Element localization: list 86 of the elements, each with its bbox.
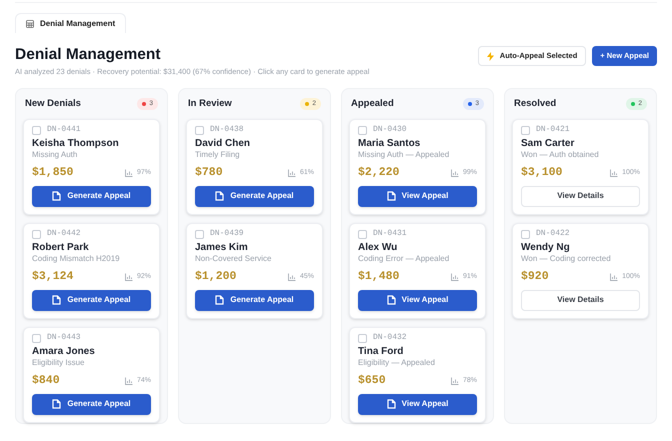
denial-reason: Eligibility — Appealed — [358, 358, 436, 368]
patient-name: Keisha Thompson — [32, 138, 120, 150]
amount: $650 — [358, 375, 386, 387]
column-title: In Review — [188, 96, 232, 110]
calendar-icon — [26, 20, 34, 28]
column-title: Appealed — [351, 96, 394, 110]
checkbox[interactable] — [32, 334, 41, 343]
bar-chart-icon — [610, 272, 618, 281]
bar-chart-icon — [450, 168, 459, 177]
checkbox[interactable] — [32, 126, 41, 135]
page-title: Denial Management — [15, 45, 162, 64]
patient-name: Maria Santos — [358, 138, 422, 150]
denial-reason: Coding Mismatch H2019 — [32, 254, 121, 264]
denial-id: DN-0421 — [536, 126, 570, 134]
appeal-button[interactable]: Generate Appeal — [32, 394, 151, 415]
amount: $3,124 — [32, 271, 74, 283]
details-button[interactable]: View Details — [521, 186, 640, 207]
appeal-button[interactable]: Generate Appeal — [195, 186, 314, 207]
bar-chart-icon — [124, 376, 133, 385]
denial-reason: Coding Error — Appealed — [358, 254, 450, 264]
appeal-button[interactable]: View Appeal — [358, 290, 477, 311]
appeal-button[interactable]: Generate Appeal — [32, 186, 151, 207]
amount: $2,220 — [358, 167, 400, 179]
denial-id: DN-0422 — [536, 230, 570, 238]
checkbox[interactable] — [358, 126, 367, 135]
patient-name: Robert Park — [32, 242, 90, 254]
document-icon — [215, 295, 224, 306]
lightning-icon — [486, 52, 494, 60]
amount: $780 — [195, 167, 223, 179]
denial-id: DN-0441 — [47, 126, 81, 134]
denial-reason: Non-Covered Service — [195, 254, 272, 264]
patient-name: David Chen — [195, 138, 252, 150]
tab[interactable]: Denial Management — [15, 13, 126, 33]
denial-id: DN-0443 — [47, 334, 81, 342]
denial-reason: Missing Auth — Appealed — [358, 150, 450, 160]
denial-id: DN-0430 — [373, 126, 407, 134]
amount: $840 — [32, 375, 60, 387]
document-icon — [386, 295, 396, 306]
checkbox[interactable] — [32, 230, 41, 239]
checkbox[interactable] — [521, 126, 530, 135]
amount: $3,100 — [521, 167, 562, 179]
amount: $920 — [521, 271, 549, 283]
column-title: New Denials — [25, 96, 81, 110]
amount: $1,200 — [195, 271, 236, 283]
denial-reason: Won — Auth obtained — [521, 150, 600, 160]
denial-reason: Timely Filing — [195, 150, 241, 160]
patient-name: Tina Ford — [358, 346, 404, 358]
bar-chart-icon — [450, 272, 459, 281]
denial-id: DN-0431 — [373, 230, 407, 238]
document-icon — [52, 399, 62, 410]
bar-chart-icon — [450, 376, 459, 385]
document-icon — [386, 191, 396, 202]
document-icon — [52, 295, 62, 306]
denial-reason: Eligibility Issue — [32, 358, 86, 368]
column-title: Resolved — [514, 96, 556, 110]
appeal-button[interactable]: Generate Appeal — [195, 290, 314, 311]
details-button[interactable]: View Details — [521, 290, 640, 311]
document-icon — [215, 191, 224, 202]
bar-chart-icon — [124, 168, 133, 177]
patient-name: Sam Carter — [521, 138, 576, 150]
denial-id: DN-0432 — [373, 334, 407, 342]
document-icon — [52, 191, 62, 202]
appeal-button[interactable]: View Appeal — [358, 394, 477, 415]
amount: $1,480 — [358, 271, 400, 283]
appeal-button[interactable]: View Appeal — [358, 186, 477, 207]
denial-reason: Won — Coding corrected — [521, 254, 612, 264]
bar-chart-icon — [124, 272, 133, 281]
appeal-button[interactable]: Generate Appeal — [32, 290, 151, 311]
denial-id: DN-0438 — [210, 126, 244, 134]
denial-id: DN-0442 — [47, 230, 81, 238]
bar-chart-icon — [610, 168, 618, 177]
denial-id: DN-0439 — [210, 230, 244, 238]
patient-name: Amara Jones — [32, 346, 96, 358]
document-icon — [386, 399, 396, 410]
checkbox[interactable] — [358, 230, 367, 239]
bar-chart-icon — [288, 168, 296, 177]
checkbox[interactable] — [521, 230, 530, 239]
denial-reason: Missing Auth — [32, 150, 78, 160]
patient-name: James Kim — [195, 242, 249, 254]
patient-name: Wendy Ng — [521, 242, 571, 254]
amount: $1,850 — [32, 167, 74, 179]
bar-chart-icon — [288, 272, 296, 281]
checkbox[interactable] — [195, 126, 204, 135]
patient-name: Alex Wu — [358, 242, 398, 254]
checkbox[interactable] — [358, 334, 367, 343]
checkbox[interactable] — [195, 230, 204, 239]
